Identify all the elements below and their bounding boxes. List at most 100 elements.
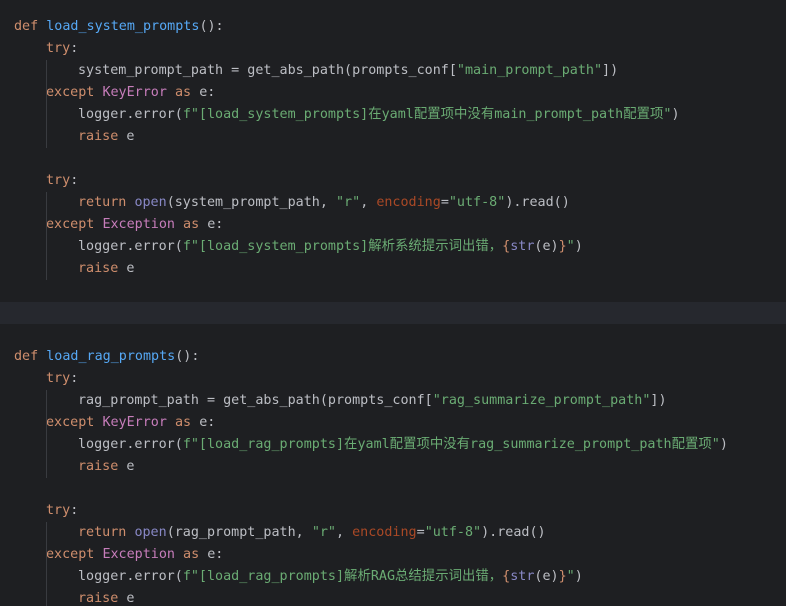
code-line-content: def load_system_prompts():	[14, 16, 224, 38]
code-line-27[interactable]: raise e	[0, 588, 786, 606]
code-line-content: raise e	[78, 126, 134, 148]
indent-guide	[46, 522, 47, 606]
token-code-text: :	[70, 173, 79, 188]
code-line-25[interactable]: except Exception as e:	[0, 544, 786, 566]
code-line-19[interactable]: except KeyError as e:	[0, 412, 786, 434]
indent-guide	[46, 60, 47, 148]
code-line-content: logger.error(f"[load_system_prompts]解析系统…	[78, 236, 583, 258]
token-class-name: KeyError	[102, 85, 167, 100]
token-code-text: )	[719, 437, 728, 452]
indent-guide	[46, 192, 47, 280]
token-code-text: e:	[199, 85, 216, 100]
token-string: "main_prompt_path"	[456, 63, 603, 78]
token-code-text: )	[574, 569, 583, 584]
token-class-name: KeyError	[102, 415, 167, 430]
code-line-10[interactable]: except Exception as e:	[0, 214, 786, 236]
token-keyword: try	[46, 371, 71, 386]
code-line-content: raise e	[78, 456, 134, 478]
token-keyword: def	[14, 19, 47, 34]
token-keyword: def	[14, 349, 47, 364]
token-code-text: system_prompt_path = get_abs_path(prompt…	[78, 63, 457, 78]
token-code-text: e	[126, 591, 135, 606]
token-code-text: ,	[360, 195, 377, 210]
code-line-9[interactable]: return open(system_prompt_path, "r", enc…	[0, 192, 786, 214]
token-code-text: logger.error(	[78, 437, 183, 452]
code-line-content: except KeyError as e:	[46, 82, 215, 104]
token-keyword: try	[46, 173, 71, 188]
code-line-content: return open(rag_prompt_path, "r", encodi…	[78, 522, 546, 544]
code-line-12[interactable]: raise e	[0, 258, 786, 280]
code-line-20[interactable]: logger.error(f"[load_rag_prompts]在yaml配置…	[0, 434, 786, 456]
token-string: f"[load_rag_prompts]在yaml配置项中没有rag_summa…	[182, 437, 720, 452]
code-line-18[interactable]: rag_prompt_path = get_abs_path(prompts_c…	[0, 390, 786, 412]
code-line-15[interactable]	[0, 324, 786, 346]
token-keyword: {	[502, 569, 511, 584]
code-line-content: except KeyError as e:	[46, 412, 215, 434]
code-line-26[interactable]: logger.error(f"[load_rag_prompts]解析RAG总结…	[0, 566, 786, 588]
code-editor[interactable]: def load_system_prompts(): try: system_pro…	[0, 0, 786, 606]
token-string: "utf-8"	[424, 525, 482, 540]
code-line-content: return open(system_prompt_path, "r", enc…	[78, 192, 570, 214]
code-line-content: try:	[46, 170, 78, 192]
token-keyword: except	[46, 85, 103, 100]
code-line-3[interactable]: system_prompt_path = get_abs_path(prompt…	[0, 60, 786, 82]
token-code-text: e	[126, 129, 135, 144]
token-code-text: e:	[207, 547, 224, 562]
token-code-text: logger.error(	[78, 569, 183, 584]
code-line-16[interactable]: def load_rag_prompts():	[0, 346, 786, 368]
token-keyword: as	[175, 547, 208, 562]
code-line-14[interactable]	[0, 302, 786, 324]
token-code-text: (system_prompt_path,	[166, 195, 336, 210]
code-line-content: try:	[46, 500, 78, 522]
token-function-name: load_rag_prompts	[46, 349, 176, 364]
token-string: f"[load_rag_prompts]解析RAG总结提示词出错，	[182, 569, 503, 584]
code-line-21[interactable]: raise e	[0, 456, 786, 478]
token-keyword: raise	[78, 261, 127, 276]
token-code-text: )	[671, 107, 680, 122]
token-code-text: logger.error(	[78, 107, 183, 122]
code-line-1[interactable]: def load_system_prompts():	[0, 16, 786, 38]
code-line-content: try:	[46, 38, 78, 60]
token-string: "rag_summarize_prompt_path"	[432, 393, 651, 408]
token-string: "r"	[336, 195, 361, 210]
token-code-text: (e)	[534, 239, 559, 254]
code-line-content: raise e	[78, 588, 134, 606]
code-line-24[interactable]: return open(rag_prompt_path, "r", encodi…	[0, 522, 786, 544]
code-line-content: rag_prompt_path = get_abs_path(prompts_c…	[78, 390, 667, 412]
token-keyword: {	[502, 239, 511, 254]
code-line-6[interactable]: raise e	[0, 126, 786, 148]
token-code-text: logger.error(	[78, 239, 183, 254]
token-builtin: open	[134, 525, 167, 540]
code-line-content: except Exception as e:	[46, 544, 223, 566]
code-line-8[interactable]: try:	[0, 170, 786, 192]
token-string: "r"	[311, 525, 336, 540]
token-keyword: }	[558, 569, 567, 584]
token-string: f"[load_system_prompts]解析系统提示词出错，	[182, 239, 503, 254]
token-code-text: =	[440, 195, 449, 210]
code-line-5[interactable]: logger.error(f"[load_system_prompts]在yam…	[0, 104, 786, 126]
code-line-13[interactable]	[0, 280, 786, 302]
code-line-22[interactable]	[0, 478, 786, 500]
code-line-content: except Exception as e:	[46, 214, 223, 236]
token-code-text: (e)	[534, 569, 559, 584]
token-code-text: ,	[336, 525, 353, 540]
code-line-11[interactable]: logger.error(f"[load_system_prompts]解析系统…	[0, 236, 786, 258]
token-builtin: str	[510, 239, 535, 254]
token-code-text: ).read()	[505, 195, 570, 210]
token-code-text: ])	[650, 393, 667, 408]
token-code-text: e:	[207, 217, 224, 232]
token-string: "utf-8"	[448, 195, 506, 210]
token-keyword: except	[46, 547, 103, 562]
code-line-2[interactable]: try:	[0, 38, 786, 60]
token-keyword: as	[166, 415, 200, 430]
code-line-content: try:	[46, 368, 78, 390]
code-line-23[interactable]: try:	[0, 500, 786, 522]
token-keyword: try	[46, 503, 71, 518]
token-code-text: ).read()	[481, 525, 546, 540]
token-code-text: ])	[602, 63, 619, 78]
code-line-7[interactable]	[0, 148, 786, 170]
code-line-content: def load_rag_prompts():	[14, 346, 199, 368]
code-line-4[interactable]: except KeyError as e:	[0, 82, 786, 104]
code-line-17[interactable]: try:	[0, 368, 786, 390]
code-line-content: logger.error(f"[load_rag_prompts]在yaml配置…	[78, 434, 728, 456]
